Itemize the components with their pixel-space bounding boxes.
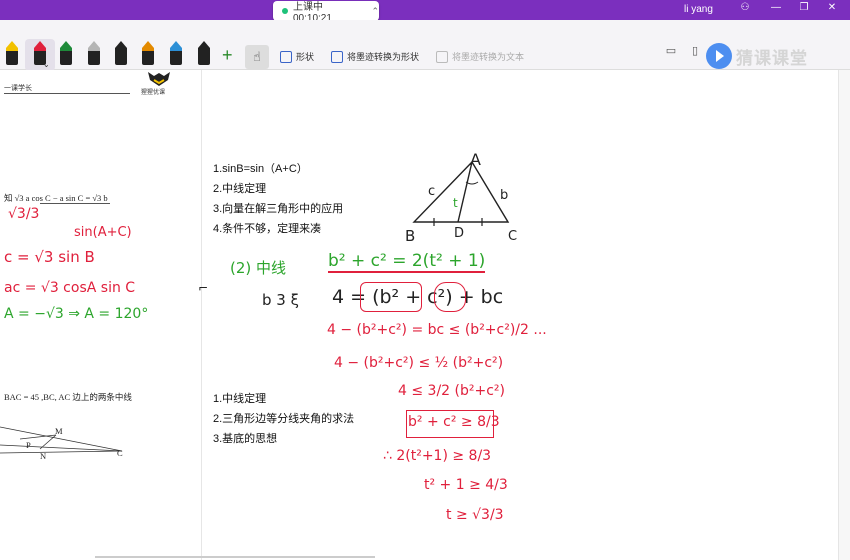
convert-shape-icon	[331, 50, 343, 63]
triangle-label-b: B	[405, 227, 416, 245]
derivation-line-7: t ≥ √3/3	[446, 507, 504, 523]
triangle-label-a: A	[470, 150, 481, 169]
convert-text-label: 将墨迹转换为文本	[452, 52, 525, 62]
logo-caption: 猩猩优课	[141, 90, 166, 96]
doc-header: 一课学长	[4, 84, 32, 92]
fit-page-icon[interactable]: ▭	[665, 45, 677, 57]
restore-button[interactable]: ❐	[796, 2, 812, 13]
handwriting-left-5: A = −√3 ⇒ A = 120°	[4, 306, 149, 322]
convert-text-icon	[436, 50, 448, 63]
handwriting-eq-green: b² + c² = 2(t² + 1)	[328, 251, 486, 273]
doc-divider	[4, 93, 130, 94]
ink-toolbar: ⌄ + ☝ 形状 将墨迹转换为形状 将墨迹转换为文本 ▭ ▯ 猜课课堂	[0, 20, 850, 71]
highlight-box-sum	[360, 282, 422, 312]
live-indicator-icon	[282, 8, 288, 14]
question-2-text: BAC = 45 ,BC, AC 边上的两条中线	[4, 392, 132, 402]
pen-tool-7[interactable]	[170, 41, 182, 67]
figure-label-n: N	[40, 451, 47, 461]
scrollbar[interactable]	[838, 70, 850, 560]
derivation-line-2: 4 − (b²+c²) ≤ ½ (b²+c²)	[334, 355, 504, 371]
brand: 猜课课堂	[706, 42, 808, 70]
list1-item-2: 2.中线定理	[213, 183, 267, 195]
shape-button[interactable]: 形状	[280, 50, 314, 63]
lasso-select-icon[interactable]: ☝	[245, 45, 269, 69]
pen-tool-4[interactable]	[88, 41, 100, 67]
list2-item-1: 1.中线定理	[213, 393, 267, 405]
handwriting-part-2: (2) 中线	[230, 259, 287, 277]
chevron-up-icon[interactable]: ⌃	[371, 6, 379, 17]
convert-shape-label: 将墨迹转换为形状	[347, 52, 420, 62]
list1-item-1: 1.sinB=sin（A+C）	[213, 163, 308, 175]
pen-tool-8[interactable]	[198, 41, 210, 67]
handwriting-left-3: c = √3 sin B	[4, 248, 95, 266]
figure-label-p: P	[26, 440, 31, 450]
list2-item-2: 2.三角形边等分线夹角的求法	[213, 413, 355, 425]
derivation-line-6: t² + 1 ≥ 4/3	[424, 477, 508, 493]
shape-icon	[280, 50, 292, 63]
add-pen-icon[interactable]: +	[222, 46, 233, 64]
convert-to-shape-button[interactable]: 将墨迹转换为形状	[331, 50, 419, 63]
figure-label-m: M	[55, 426, 63, 436]
live-status-pill[interactable]: 上课中 00:10:21 ⌃	[273, 1, 379, 24]
triangle-label-c: C	[508, 229, 518, 244]
user-name: li yang	[684, 4, 713, 15]
page-bottom-edge	[95, 556, 375, 558]
highlight-box-result	[406, 410, 494, 438]
title-bar: 上课中 00:10:21 ⌃ li yang ⚇ — ❐ ✕	[0, 0, 850, 24]
triangle-label-d: D	[454, 226, 465, 241]
pen-tool-3[interactable]	[60, 41, 72, 67]
account-icon[interactable]: ⚇	[737, 2, 753, 13]
pen-tool-1[interactable]	[6, 41, 18, 67]
minimize-button[interactable]: —	[768, 2, 784, 13]
highlight-circle-bc	[434, 282, 466, 312]
handwriting-left-1: √3/3	[8, 206, 40, 222]
chevron-down-icon[interactable]: ⌄	[43, 60, 50, 69]
derivation-line-5: ∴ 2(t²+1) ≥ 8/3	[383, 448, 492, 464]
list1-item-3: 3.向量在解三角形中的应用	[213, 203, 344, 215]
derivation-line-3: 4 ≤ 3/2 (b²+c²)	[398, 383, 505, 399]
pen-tool-6[interactable]	[142, 41, 154, 67]
convert-to-text-button[interactable]: 将墨迹转换为文本	[436, 50, 524, 63]
handwriting-left-2: sin(A+C)	[74, 225, 132, 240]
whiteboard-canvas[interactable]: 一课学长 猩猩优课 知 √3 a cos C − a sin C = √3 b …	[0, 70, 850, 560]
list1-item-4: 4.条件不够，定理来凑	[213, 223, 322, 235]
list2-item-3: 3.基底的思想	[213, 433, 278, 445]
figure-label-c: C	[117, 448, 123, 458]
question-1-underline	[40, 203, 110, 204]
brand-name: 猜课课堂	[736, 48, 808, 68]
handwriting-left-4: ac = √3 cosA sin C	[4, 280, 136, 296]
triangle-median-t: t	[453, 196, 458, 210]
close-button[interactable]: ✕	[824, 2, 840, 13]
page-divider	[201, 70, 202, 560]
derivation-line-1: 4 − (b²+c²) = bc ≤ (b²+c²)/2 ...	[327, 322, 547, 338]
question-2-figure	[0, 426, 123, 454]
handwriting-step-word: b 3 ξ	[262, 291, 299, 309]
triangle-side-b: b	[500, 188, 509, 203]
brand-logo-icon	[706, 43, 732, 69]
pen-tool-5[interactable]	[115, 41, 127, 67]
triangle-side-c: c	[428, 184, 436, 199]
shape-label: 形状	[296, 52, 315, 62]
page-icon[interactable]: ▯	[689, 45, 701, 57]
cursor-mark: ⌐	[198, 281, 209, 295]
